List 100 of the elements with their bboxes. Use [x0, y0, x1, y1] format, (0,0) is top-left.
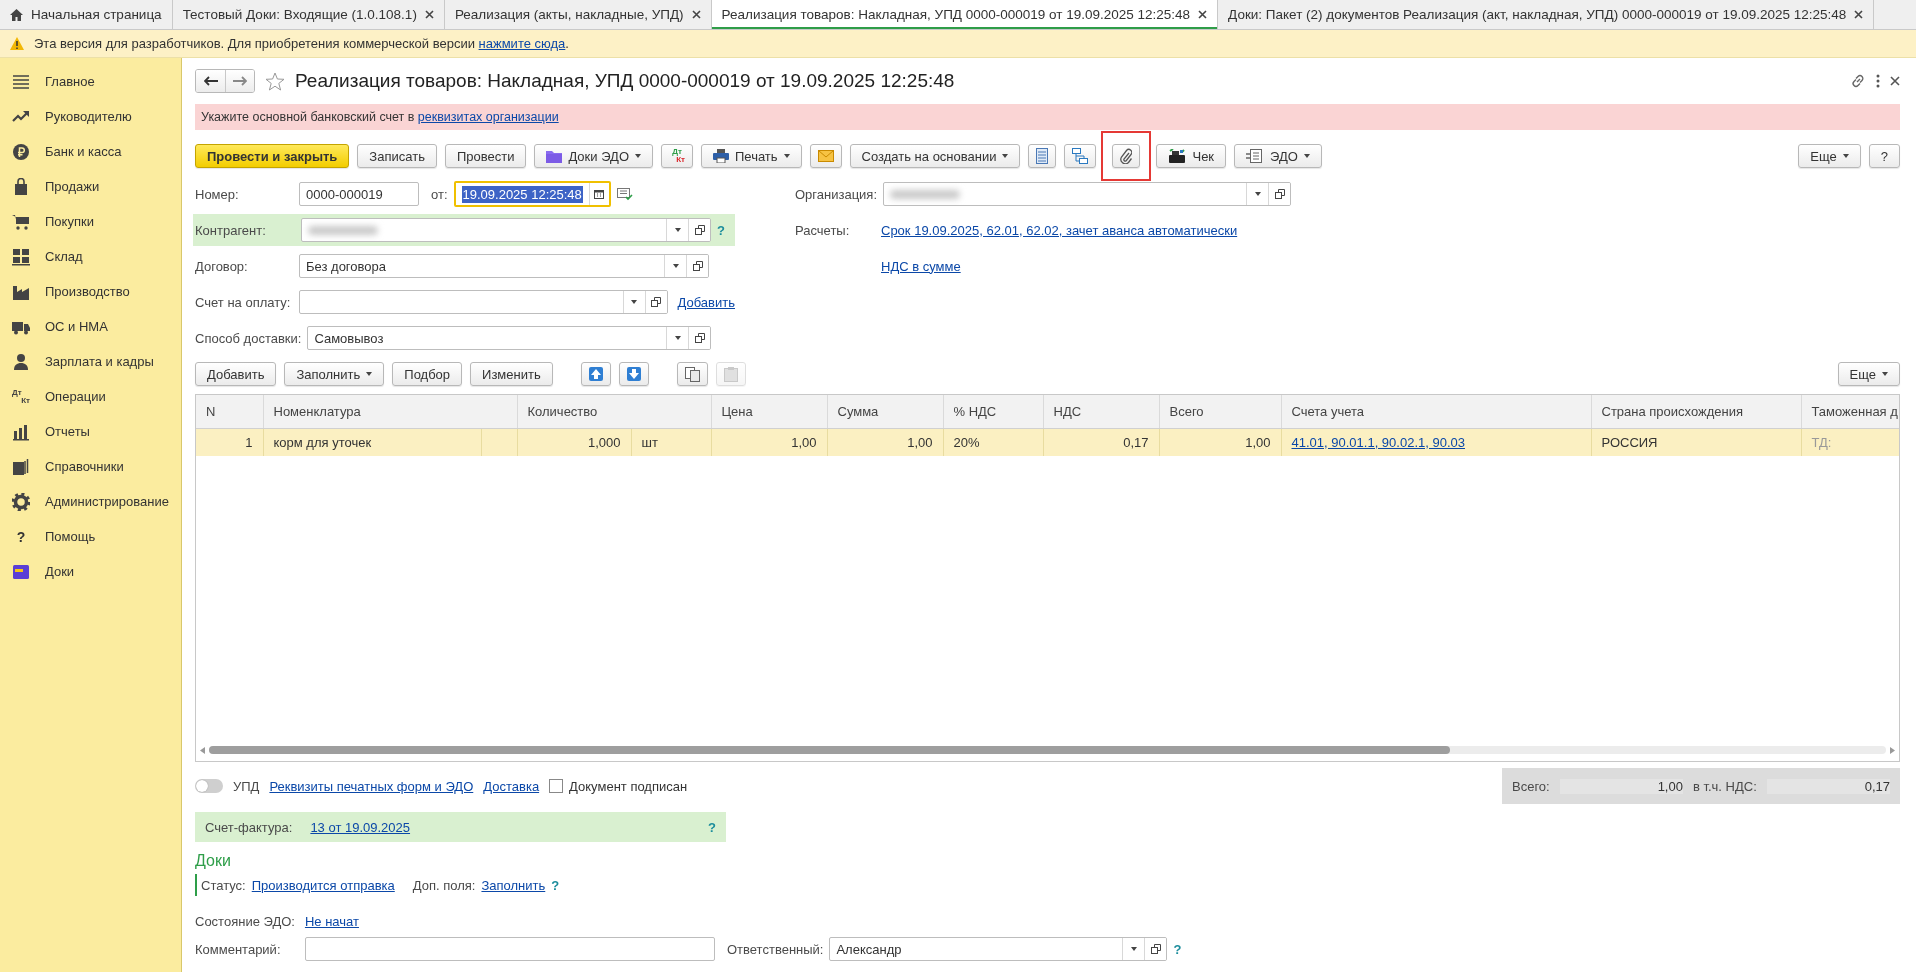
toolbar-button[interactable]: Провести — [444, 144, 527, 168]
document-status-icon[interactable] — [616, 187, 633, 201]
close-icon[interactable] — [1890, 76, 1900, 86]
caret-icon — [1303, 154, 1310, 158]
caret-icon — [1254, 192, 1261, 196]
tab[interactable]: Тестовый Доки: Входящие (1.0.108.1) — [172, 0, 445, 29]
link-icon[interactable] — [1850, 73, 1866, 89]
toolbar-button[interactable]: Еще — [1798, 144, 1861, 168]
select-field[interactable]: Без договора — [299, 254, 709, 278]
extra-fields-label: Доп. поля: — [412, 877, 476, 893]
table-toolbar-button[interactable] — [618, 362, 649, 386]
close-icon — [691, 10, 701, 19]
star-icon[interactable] — [265, 71, 285, 91]
column-header: НДС — [1043, 395, 1159, 428]
toolbar-button[interactable] — [1112, 144, 1141, 168]
sidebar-item[interactable]: Зарплата и кадры — [0, 344, 181, 379]
sidebar-item[interactable]: ? Помощь — [0, 519, 181, 554]
toolbar-button[interactable]: Чек — [1156, 144, 1227, 168]
cart-icon — [12, 212, 30, 231]
sidebar-item[interactable]: Справочники — [0, 449, 181, 484]
settlements-link[interactable]: Срок 19.09.2025, 62.01, 62.02, зачет аванса автоматически — [881, 222, 1238, 238]
select-field[interactable]: Александр — [829, 937, 1168, 961]
tab[interactable]: Реализация товаров: Накладная, УПД 0000-000019 от 19.09.2025 12:25:48 — [711, 0, 1219, 29]
select-field[interactable] — [299, 290, 668, 314]
table-cell: 1,000 — [517, 428, 631, 456]
caret-icon — [631, 300, 638, 304]
field-label: Организация: — [795, 186, 878, 202]
table-cell: шт — [631, 428, 711, 456]
footer-link[interactable]: Доставка — [483, 778, 540, 794]
table-toolbar-button[interactable]: Подбор — [392, 362, 463, 386]
toolbar-button[interactable]: Создать на основании — [849, 144, 1021, 168]
sidebar-item[interactable]: Производство — [0, 274, 181, 309]
field-label: Договор: — [195, 258, 249, 274]
table-toolbar-button[interactable]: Еще — [1837, 362, 1900, 386]
tab[interactable]: Реализация (акты, накладные, УПД) — [444, 0, 712, 29]
open-button[interactable] — [644, 291, 667, 313]
vat-link[interactable]: НДС в сумме — [881, 258, 961, 274]
sidebar-item[interactable]: Отчеты — [0, 414, 181, 449]
calendar-icon — [594, 189, 605, 199]
open-button[interactable] — [1144, 938, 1167, 960]
table-toolbar-button[interactable] — [676, 362, 708, 386]
caret-icon — [1842, 154, 1849, 158]
date-field[interactable]: 19.09.2025 12:25:48 — [453, 181, 611, 207]
open-button[interactable] — [1268, 183, 1291, 205]
toolbar-button[interactable] — [1064, 144, 1097, 168]
forward-arrow-icon — [233, 76, 247, 86]
invoice-link[interactable]: 13 от 19.09.2025 — [310, 819, 411, 835]
sidebar-item[interactable]: Склад — [0, 239, 181, 274]
fill-link[interactable]: Заполнить — [481, 877, 546, 893]
organization-details-link[interactable]: реквизитах организации — [417, 110, 559, 124]
open-window-icon — [651, 297, 662, 307]
toolbar-button[interactable]: ? — [1868, 144, 1900, 168]
open-button[interactable] — [688, 219, 710, 241]
back-button[interactable] — [196, 70, 225, 92]
add-link[interactable]: Добавить — [677, 294, 735, 310]
sidebar-item[interactable]: Дт Кт Операции — [0, 379, 181, 414]
toolbar-button[interactable]: Провести и закрыть — [195, 144, 350, 168]
sidebar-item[interactable]: Банк и касса — [0, 134, 181, 169]
sidebar-item[interactable]: Покупки — [0, 204, 181, 239]
tab[interactable]: Доки: Пакет (2) документов Реализация (акт, накладная, УПД) 0000-000019 от 19.09.2025 12:25:48 — [1218, 0, 1875, 29]
redacted-select-field[interactable] — [883, 182, 1292, 206]
sidebar-item[interactable]: Администрирование — [0, 484, 181, 519]
toolbar-button[interactable]: ЭДО — [1234, 144, 1322, 168]
toolbar-button[interactable]: Записать — [357, 144, 437, 168]
sidebar-item[interactable]: Доки — [0, 554, 181, 589]
back-arrow-icon — [203, 76, 218, 86]
toolbar-button[interactable] — [1028, 144, 1057, 168]
column-header: Цена — [711, 395, 827, 428]
help-link[interactable]: ? — [1173, 941, 1182, 957]
open-button[interactable] — [686, 255, 708, 277]
table-row[interactable]: 1 корм для уточек 1,000 шт 1,00 1,00 20% 0,17 1,00 41.01, 90.01.1, 90.02.1, 90.03 РОССИЯ ТД: — [196, 428, 1899, 456]
toolbar-button[interactable]: Печать — [701, 144, 802, 168]
table-toolbar-button[interactable]: Заполнить — [284, 362, 385, 386]
redacted-select-field[interactable] — [301, 218, 711, 242]
tab[interactable]: Начальная страница — [0, 0, 173, 29]
table-toolbar-button[interactable]: Добавить — [195, 362, 277, 386]
caret-icon — [1130, 947, 1137, 951]
more-options-icon[interactable] — [1876, 74, 1880, 88]
sidebar-item[interactable]: Главное — [0, 64, 181, 99]
toolbar-button[interactable]: Доки ЭДО — [534, 144, 653, 168]
caret-icon — [672, 264, 679, 268]
help-link[interactable]: ? — [551, 877, 560, 893]
table-toolbar-button[interactable] — [580, 362, 611, 386]
signed-checkbox[interactable] — [549, 779, 564, 793]
select-field[interactable]: Самовывоз — [307, 326, 712, 350]
table-toolbar-button[interactable]: Изменить — [470, 362, 553, 386]
toolbar-button[interactable] — [809, 144, 842, 168]
sidebar-item[interactable]: Продажи — [0, 169, 181, 204]
sidebar-item[interactable]: Руководителю — [0, 99, 181, 134]
edo-state-link[interactable]: Не начат — [304, 913, 359, 929]
number-field[interactable]: 0000-000019 — [299, 182, 419, 206]
developer-version-notice: Эта версия для разработчиков. Для приобретения коммерческой версии нажмите сюда. — [34, 36, 569, 51]
sidebar-item[interactable]: ОС и НМА — [0, 309, 181, 344]
open-button[interactable] — [688, 327, 711, 349]
upd-toggle[interactable] — [195, 779, 223, 793]
folder-icon — [12, 562, 30, 581]
toolbar-button[interactable]: Дт Кт — [661, 144, 693, 168]
status-link[interactable]: Производится отправка — [251, 877, 395, 893]
footer-link[interactable]: Реквизиты печатных форм и ЭДО — [269, 778, 474, 794]
comment-field[interactable] — [305, 937, 715, 961]
